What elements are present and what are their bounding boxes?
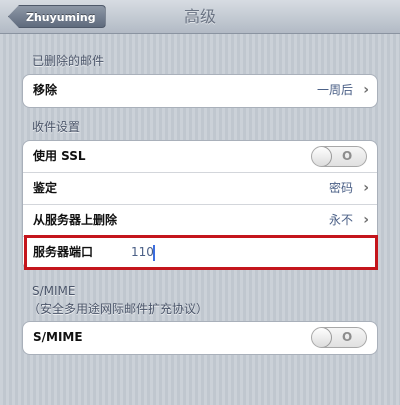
server-port-input[interactable]: 110 [131, 237, 154, 268]
auth-row[interactable]: 鉴定 密码 › [23, 173, 377, 205]
ssl-row: 使用 SSL O [23, 141, 377, 173]
smime-label: S/MIME [33, 330, 83, 344]
chevron-right-icon: › [363, 180, 369, 196]
ssl-label: 使用 SSL [33, 149, 86, 163]
delete-from-server-row[interactable]: 从服务器上删除 永不 › [23, 205, 377, 237]
remove-row[interactable]: 移除 一周后 › [23, 75, 377, 107]
auth-label: 鉴定 [33, 181, 58, 195]
toggle-knob [312, 328, 332, 347]
toggle-off-label: O [342, 330, 353, 344]
ssl-toggle[interactable]: O [311, 146, 367, 167]
server-port-row: 服务器端口 110 [23, 237, 377, 269]
section-subheader-smime: （安全多用途网际邮件扩充协议） [28, 302, 209, 316]
remove-label: 移除 [33, 83, 58, 97]
toggle-knob [312, 147, 332, 166]
delete-from-server-label: 从服务器上删除 [33, 213, 118, 227]
chevron-right-icon: › [363, 82, 369, 98]
smime-group: S/MIME O [22, 321, 378, 355]
section-header-incoming: 收件设置 [32, 120, 81, 134]
page-title: 高级 [183, 7, 216, 26]
smime-toggle[interactable]: O [311, 327, 367, 348]
chevron-right-icon: › [363, 212, 369, 228]
section-header-deleted-mail: 已删除的邮件 [32, 54, 105, 68]
delete-from-server-value: 永不 [328, 213, 353, 227]
section-header-smime: S/MIME [32, 284, 76, 298]
incoming-settings-group: 使用 SSL O 鉴定 密码 › 从服务器上删除 永不 › 服务器端口 110 [22, 140, 378, 270]
server-port-label: 服务器端口 [33, 245, 94, 259]
auth-value: 密码 [328, 181, 353, 195]
text-caret [153, 245, 155, 261]
smime-row: S/MIME O [23, 322, 377, 354]
toggle-off-label: O [342, 149, 353, 163]
remove-value: 一周后 [316, 83, 353, 97]
navigation-bar: Zhuyuming 高级 [0, 0, 400, 34]
deleted-mail-group: 移除 一周后 › [22, 74, 378, 108]
